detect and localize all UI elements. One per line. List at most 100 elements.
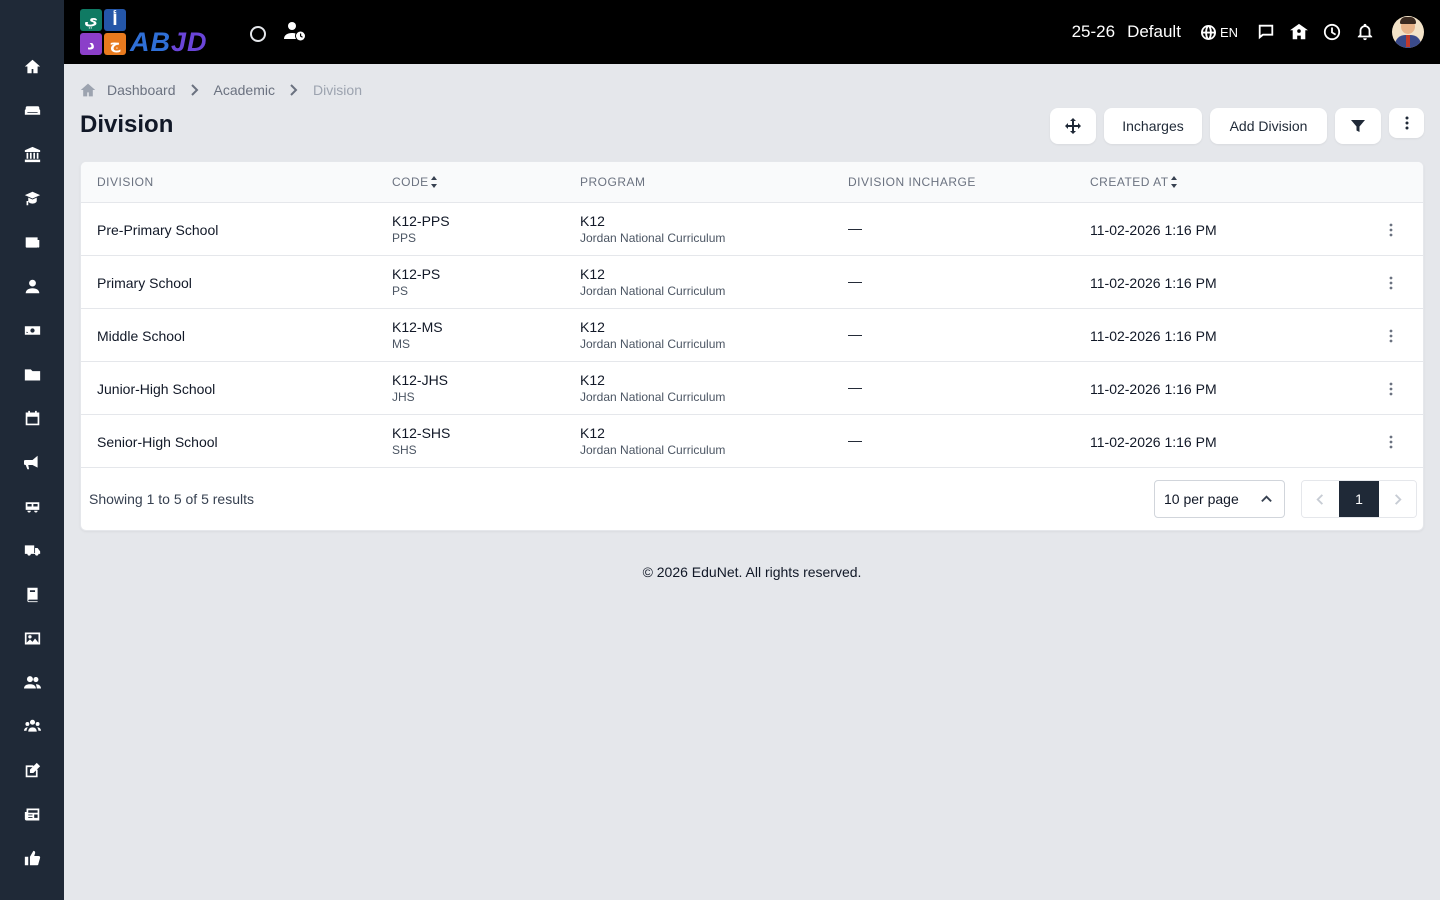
move-arrows-icon [1065, 118, 1081, 134]
program-value: K12 [580, 372, 605, 388]
table-row[interactable]: Pre-Primary School K12-PPS PPS K12 Jordan … [81, 203, 1423, 256]
sort-icon[interactable] [430, 176, 438, 188]
program-curriculum: Jordan National Curriculum [580, 443, 726, 457]
user-tie-icon[interactable] [22, 276, 42, 296]
program-value: K12 [580, 266, 605, 282]
sort-icon[interactable] [1170, 176, 1178, 188]
sofa-icon[interactable] [22, 100, 42, 120]
division-incharge: — [848, 326, 862, 342]
incharges-button[interactable]: Incharges [1104, 108, 1202, 144]
footer-copyright: © 2026 EduNet. All rights reserved. [642, 564, 862, 580]
page-button-current[interactable]: 1 [1339, 481, 1379, 517]
school-icon[interactable] [1289, 22, 1309, 42]
home-icon[interactable] [22, 56, 42, 76]
division-program: K12 Jordan National Curriculum [580, 266, 725, 298]
code-short: MS [392, 337, 410, 351]
division-program: K12 Jordan National Curriculum [580, 319, 725, 351]
program-curriculum: Jordan National Curriculum [580, 284, 726, 298]
logo-tile: أ [104, 9, 126, 31]
more-options-button[interactable] [1389, 108, 1424, 138]
abjd-logo[interactable]: ي أ د ج ABJD [80, 8, 225, 56]
chevron-right-icon [1394, 493, 1402, 505]
news-icon[interactable] [22, 232, 42, 252]
column-created-label: CREATED AT [1090, 175, 1169, 189]
home-icon[interactable] [80, 82, 96, 98]
user-clock-icon[interactable] [284, 20, 306, 47]
message-icon[interactable] [1256, 22, 1276, 42]
division-program: K12 Jordan National Curriculum [580, 372, 725, 404]
prev-page-button[interactable] [1302, 481, 1339, 517]
topbar-left-actions [250, 20, 306, 47]
row-actions-icon[interactable] [1381, 220, 1401, 240]
code-value: K12-JHS [392, 372, 449, 388]
table-row[interactable]: Junior-High School K12-JHS JHS K12 Jordan … [81, 362, 1423, 415]
division-name: Middle School [97, 328, 185, 344]
program-value: K12 [580, 425, 605, 441]
language-selector[interactable]: EN [1200, 24, 1238, 40]
calendar-icon[interactable] [22, 408, 42, 428]
next-page-button[interactable] [1379, 481, 1416, 517]
division-name: Pre-Primary School [97, 222, 219, 238]
bell-icon[interactable] [1355, 22, 1375, 42]
circle-icon[interactable] [250, 25, 266, 42]
division-incharge: — [848, 379, 862, 395]
chevron-right-icon [286, 83, 300, 97]
filter-button[interactable] [1335, 108, 1381, 144]
image-icon[interactable] [22, 628, 42, 648]
division-incharge: — [848, 432, 862, 448]
avatar-hair [1400, 17, 1416, 24]
thumbs-up-icon[interactable] [22, 848, 42, 868]
branch-selector[interactable]: Default [1127, 22, 1181, 42]
users-icon[interactable] [22, 672, 42, 692]
breadcrumb-dashboard[interactable]: Dashboard [107, 82, 176, 98]
move-button[interactable] [1050, 108, 1096, 144]
megaphone-icon[interactable] [22, 452, 42, 472]
user-avatar[interactable] [1392, 16, 1424, 48]
money-icon[interactable] [22, 320, 42, 340]
school-bus-icon[interactable] [22, 496, 42, 516]
row-actions-icon[interactable] [1381, 432, 1401, 452]
program-value: K12 [580, 213, 605, 229]
topbar: ي أ د ج ABJD 25-26 Default EN [64, 0, 1440, 64]
row-actions-icon[interactable] [1381, 273, 1401, 293]
division-code: K12-PPS PPS [392, 213, 450, 245]
graduate-icon[interactable] [22, 188, 42, 208]
code-value: K12-PS [392, 266, 441, 282]
table-header: DIVISION CODE PROGRAM DIVISION INCHARGE … [81, 162, 1423, 203]
folder-icon[interactable] [22, 364, 42, 384]
table-row[interactable]: Middle School K12-MS MS K12 Jordan Nationa… [81, 309, 1423, 362]
group-icon[interactable] [22, 716, 42, 736]
logo-tile: ي [80, 9, 102, 31]
program-curriculum: Jordan National Curriculum [580, 337, 726, 351]
division-code: K12-MS MS [392, 319, 443, 351]
program-curriculum: Jordan National Curriculum [580, 390, 726, 404]
row-actions-icon[interactable] [1381, 379, 1401, 399]
program-curriculum: Jordan National Curriculum [580, 231, 726, 245]
per-page-select[interactable]: 10 per page [1154, 480, 1285, 518]
globe-icon [1200, 24, 1216, 40]
academic-year[interactable]: 25-26 [1072, 22, 1115, 42]
language-label: EN [1219, 24, 1238, 40]
logo-tile: ج [104, 33, 126, 55]
book-icon[interactable] [22, 584, 42, 604]
newspaper-icon[interactable] [22, 804, 42, 824]
column-code[interactable]: CODE [392, 175, 438, 189]
table-row[interactable]: Primary School K12-PS PS K12 Jordan Nation… [81, 256, 1423, 309]
division-name: Senior-High School [97, 434, 218, 450]
bank-icon[interactable] [22, 144, 42, 164]
truck-icon[interactable] [22, 540, 42, 560]
chevron-up-icon [1261, 495, 1272, 503]
row-actions-icon[interactable] [1381, 326, 1401, 346]
clock-icon[interactable] [1322, 22, 1342, 42]
breadcrumb-academic[interactable]: Academic [214, 82, 275, 98]
column-code-label: CODE [392, 175, 429, 189]
column-created-at[interactable]: CREATED AT [1090, 175, 1178, 189]
table-row[interactable]: Senior-High School K12-SHS SHS K12 Jordan … [81, 415, 1423, 468]
code-short: SHS [392, 443, 417, 457]
program-value: K12 [580, 319, 605, 335]
edit-icon[interactable] [22, 760, 42, 780]
division-code: K12-PS PS [392, 266, 440, 298]
sidebar [0, 0, 64, 900]
results-summary: Showing 1 to 5 of 5 results [89, 491, 254, 507]
add-division-button[interactable]: Add Division [1210, 108, 1327, 144]
